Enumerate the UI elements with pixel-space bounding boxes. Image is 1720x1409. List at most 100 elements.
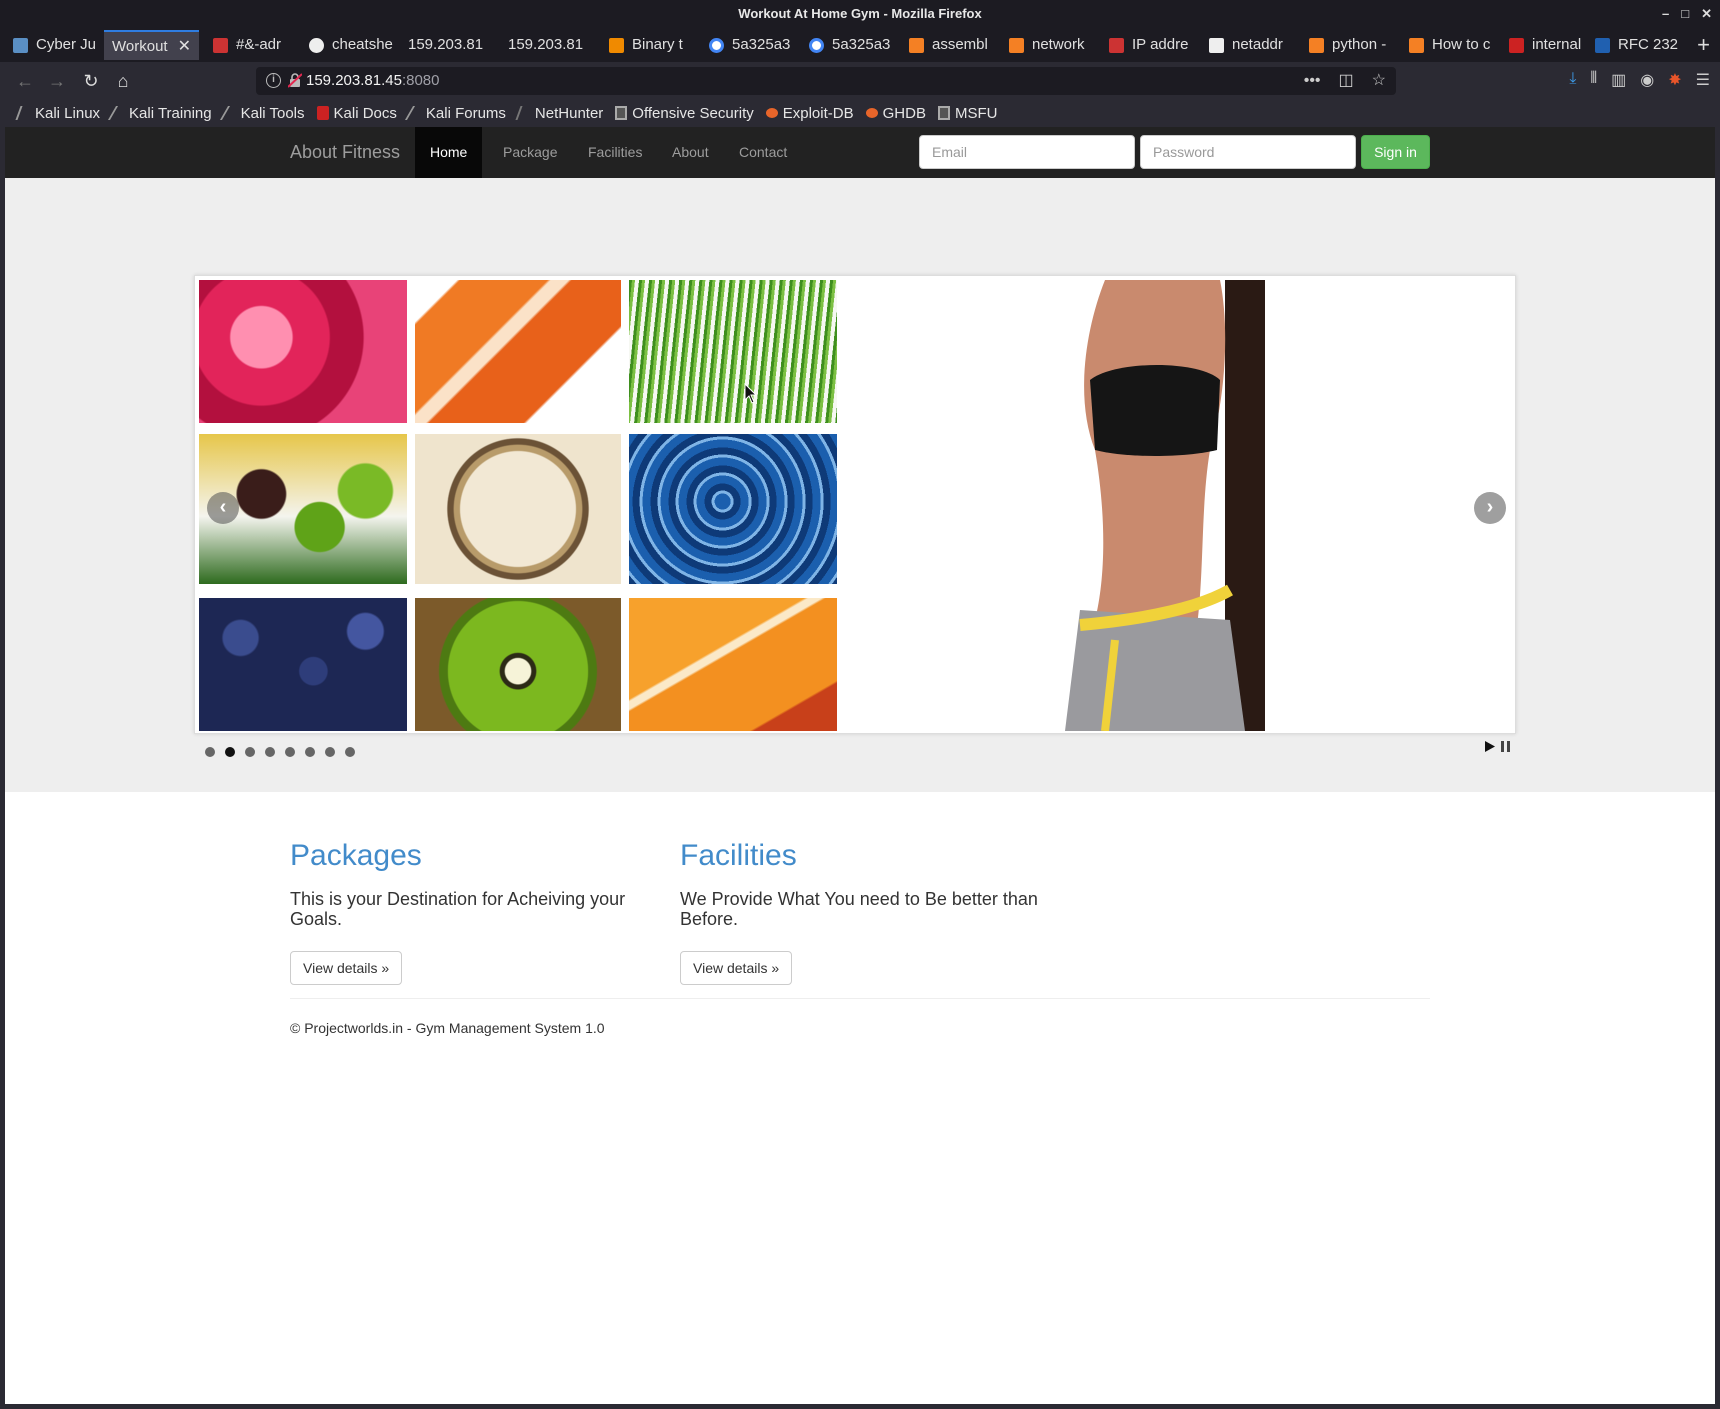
bookmark-kali-forums[interactable]: Kali Forums [404, 105, 506, 122]
bookmark-star-icon[interactable]: ☆ [1372, 67, 1386, 95]
carousel-prev-button[interactable]: ‹ [207, 492, 239, 524]
carousel-indicator-dot[interactable] [205, 747, 215, 757]
msfu-icon [937, 106, 950, 120]
reload-icon[interactable]: ↻ [78, 68, 104, 94]
bookmark-msfu[interactable]: MSFU [937, 105, 997, 122]
forward-icon[interactable]: → [44, 68, 70, 94]
bookmark-kali-tools[interactable]: Kali Tools [219, 105, 305, 122]
tab-label: netaddr [1232, 36, 1283, 53]
tab-label: internal [1532, 36, 1582, 53]
footer-divider [290, 998, 1430, 999]
carousel-indicator-dot[interactable] [265, 747, 275, 757]
pocket-icon[interactable]: ◫ [1339, 67, 1354, 95]
menu-icon[interactable]: ☰ [1696, 70, 1710, 90]
tab-assembly[interactable]: assembl [896, 30, 994, 60]
bookmark-kali-linux[interactable]: Kali Linux [15, 105, 100, 122]
nav-package[interactable]: Package [488, 127, 572, 178]
carousel-indicator-dot[interactable] [285, 747, 295, 757]
bookmark-exploit-db[interactable]: Exploit-DB [765, 104, 854, 122]
raspberries-image [199, 280, 407, 423]
kali-dragon-icon [15, 106, 33, 120]
bookmark-kali-training[interactable]: Kali Training [108, 104, 212, 122]
bookmark-ghdb[interactable]: GHDB [865, 105, 926, 122]
email-field[interactable] [919, 135, 1135, 169]
tab-github[interactable]: cheatshe [296, 30, 394, 60]
ghdb-icon [865, 108, 878, 118]
tab-workout[interactable]: Workout ✕ [104, 30, 199, 60]
account-icon[interactable]: ◉ [1640, 70, 1654, 90]
bookmark-label: Offensive Security [632, 104, 754, 122]
packages-view-details-button[interactable]: View details » [290, 951, 403, 985]
bookmark-label: Kali Docs [333, 104, 397, 122]
close-window-icon[interactable]: ✕ [1701, 0, 1712, 28]
back-icon[interactable]: ← [12, 68, 38, 94]
tab-ip-address[interactable]: IP addre [1096, 30, 1194, 60]
tab-internal[interactable]: internal [1496, 30, 1594, 60]
facilities-column: Facilities We Provide What You need to B… [680, 839, 1040, 985]
barley-image [415, 434, 621, 584]
tab-binary[interactable]: Binary t [596, 30, 694, 60]
carousel-next-button[interactable]: › [1474, 492, 1506, 524]
carousel-indicator-dot[interactable] [225, 747, 235, 757]
nav-about[interactable]: About [657, 127, 724, 178]
sidebar-icon[interactable]: ▥ [1611, 70, 1626, 90]
tab-ip-1[interactable]: 159.203.81 [396, 30, 492, 60]
tab-label: network [1032, 36, 1085, 53]
play-icon[interactable] [1485, 741, 1495, 752]
minimize-icon[interactable]: – [1662, 0, 1669, 28]
site-icon [1209, 38, 1224, 53]
tab-how-to[interactable]: How to c [1396, 30, 1494, 60]
nav-contact[interactable]: Contact [724, 127, 802, 178]
bookmark-kali-docs[interactable]: Kali Docs [316, 104, 397, 122]
offsec-icon [615, 106, 628, 120]
tab-python[interactable]: python - [1296, 30, 1394, 60]
tab-label: assembl [932, 36, 988, 53]
info-icon[interactable]: i [266, 73, 281, 88]
downloads-icon[interactable]: ⤓ [1569, 70, 1576, 90]
carousel-indicator-dot[interactable] [305, 747, 315, 757]
tab-label: Workout [112, 38, 168, 55]
nav-facilities[interactable]: Facilities [573, 127, 657, 178]
home-icon[interactable]: ⌂ [110, 68, 136, 94]
tab-3[interactable]: #&-adr [200, 30, 295, 60]
carousel-indicator-dot[interactable] [245, 747, 255, 757]
water-image [629, 434, 837, 584]
bookmark-nethunter[interactable]: NetHunter [515, 105, 603, 122]
melon-image [629, 598, 837, 731]
tab-ip-2[interactable]: 159.203.81 [496, 30, 592, 60]
tab-bar: Cyber Ju Workout ✕ #&-adr cheatshe 159.20… [0, 28, 1720, 62]
site-navbar: About Fitness Home Package Facilities Ab… [5, 127, 1715, 178]
carousel-indicator-dot[interactable] [345, 747, 355, 757]
tab-google-2[interactable]: 5a325a3 [796, 30, 894, 60]
tab-label: 159.203.81 [508, 36, 584, 53]
tab-rfc[interactable]: RFC 232 [1582, 30, 1680, 60]
carousel-indicator-dot[interactable] [325, 747, 335, 757]
url-text[interactable]: 159.203.81.45:8080 [306, 67, 439, 95]
page-actions-icon[interactable]: ••• [1304, 67, 1321, 95]
bookmark-label: Exploit-DB [782, 104, 854, 122]
pause-icon[interactable] [1501, 741, 1510, 752]
bookmark-offensive-security[interactable]: Offensive Security [615, 104, 754, 122]
maximize-icon[interactable]: □ [1681, 0, 1689, 28]
password-field[interactable] [1140, 135, 1356, 169]
nav-home[interactable]: Home [415, 127, 483, 178]
tab-network[interactable]: network [996, 30, 1094, 60]
site-icon [213, 38, 228, 53]
close-tab-icon[interactable]: ✕ [178, 32, 191, 60]
kali-docs-icon [316, 106, 329, 120]
insecure-lock-icon[interactable] [288, 73, 302, 88]
new-tab-icon[interactable]: + [1697, 28, 1710, 62]
tab-cyber[interactable]: Cyber Ju [0, 30, 102, 60]
tab-netaddr[interactable]: netaddr [1196, 30, 1294, 60]
extension-icon[interactable]: ✸ [1668, 70, 1681, 90]
tab-google-1[interactable]: 5a325a3 [696, 30, 794, 60]
sign-in-button[interactable]: Sign in [1361, 135, 1430, 169]
site-brand[interactable]: About Fitness [290, 127, 400, 178]
site-icon [13, 38, 28, 53]
packages-column: Packages This is your Destination for Ac… [290, 839, 650, 985]
window-title: Workout At Home Gym - Mozilla Firefox [738, 6, 982, 21]
facilities-view-details-button[interactable]: View details » [680, 951, 793, 985]
library-icon[interactable]: ⫴ [1590, 70, 1597, 90]
url-bar[interactable]: i 159.203.81.45:8080 ••• ◫ ☆ [256, 67, 1396, 95]
bookmark-label: Kali Training [129, 104, 212, 122]
